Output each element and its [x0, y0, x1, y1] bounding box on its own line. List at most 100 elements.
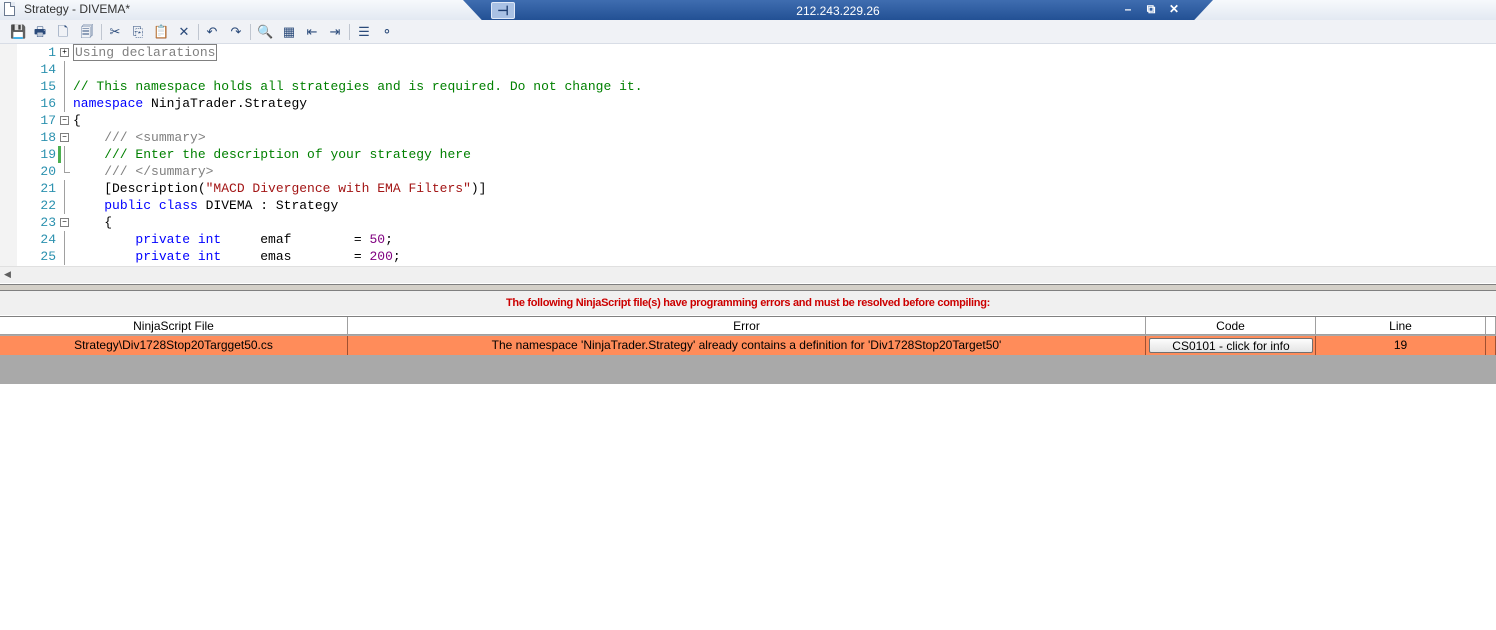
code-line[interactable]: 16 namespace NinjaTrader.Strategy [0, 95, 1496, 112]
indent-icon[interactable]: ⇥ [327, 24, 343, 40]
code-editor[interactable]: 1 + Using declarations 14 15 // This namespac… [0, 44, 1496, 266]
code-token: DIVEMA : Strategy [197, 198, 339, 213]
code-token: [Description( [73, 181, 206, 196]
print-icon[interactable]: 🖶 [32, 24, 48, 40]
minimize-icon[interactable]: – [1120, 2, 1136, 16]
change-marker [58, 146, 61, 163]
code-line[interactable]: 23− { [0, 214, 1496, 231]
column-header-error[interactable]: Error [348, 317, 1146, 335]
fold-guide [64, 78, 65, 95]
cut-icon[interactable]: ✂ [107, 24, 123, 40]
close-icon[interactable]: ✕ [1166, 2, 1182, 16]
code-token: ; [385, 232, 393, 247]
outdent-icon[interactable]: ⇤ [304, 24, 320, 40]
error-cell-file[interactable]: Strategy\Div1728Stop20Targget50.cs [0, 336, 348, 355]
restore-icon[interactable]: ⧉ [1143, 2, 1159, 17]
line-number: 15 [40, 79, 56, 94]
error-panel-header: The following NinjaScript file(s) have p… [0, 291, 1496, 315]
code-line[interactable]: 18− /// <summary> [0, 129, 1496, 146]
fold-guide [64, 95, 65, 112]
toolbar-separator [101, 24, 102, 40]
redo-icon[interactable]: ↷ [228, 24, 244, 40]
undo-icon[interactable]: ↶ [204, 24, 220, 40]
code-text[interactable]: namespace NinjaTrader.Strategy [73, 95, 307, 112]
collapse-icon[interactable]: − [60, 218, 69, 227]
error-table: NinjaScript File Error Code Line Strateg… [0, 316, 1496, 384]
horizontal-scrollbar[interactable]: ◀ [0, 266, 1496, 283]
delete-icon[interactable]: ✕ [176, 24, 192, 40]
code-text[interactable]: { [73, 112, 81, 129]
code-text[interactable]: /// </summary> [73, 163, 213, 180]
column-header-code[interactable]: Code [1146, 317, 1316, 335]
code-line[interactable]: 20 /// </summary> [0, 163, 1496, 180]
code-line[interactable]: 25 private int emas = 200; [0, 248, 1496, 265]
code-line[interactable]: 1 + Using declarations [0, 44, 1496, 61]
collapse-icon[interactable]: − [60, 133, 69, 142]
print-preview-icon[interactable]: 🗋 [55, 24, 71, 40]
code-token: { [73, 113, 81, 128]
expand-icon[interactable]: + [60, 48, 69, 57]
code-text[interactable]: Using declarations [73, 44, 218, 61]
line-number: 21 [40, 181, 56, 196]
code-token: </summary> [135, 164, 214, 179]
code-token: Using declarations [73, 44, 218, 61]
code-text[interactable]: // This namespace holds all strategies a… [73, 78, 643, 95]
code-text[interactable]: private int emaf = 50; [73, 231, 393, 248]
window-title: Strategy - DIVEMA* [24, 2, 131, 16]
error-code-info-button[interactable]: CS0101 - click for info [1149, 338, 1313, 353]
code-text[interactable]: [Description("MACD Divergence with EMA F… [73, 180, 486, 197]
code-token: public class [104, 198, 198, 213]
code-line[interactable]: 21 [Description("MACD Divergence with EM… [0, 180, 1496, 197]
code-token: emaf = [221, 232, 370, 247]
code-token: NinjaTrader.Strategy [143, 96, 308, 111]
column-header-line[interactable]: Line [1316, 317, 1486, 335]
code-text[interactable]: /// <summary> [73, 129, 205, 146]
replace-icon[interactable]: ▦ [281, 24, 297, 40]
line-number: 18 [40, 130, 56, 145]
scroll-left-icon[interactable]: ◀ [4, 269, 11, 280]
code-line[interactable]: 14 [0, 61, 1496, 78]
fold-guide [64, 180, 65, 197]
fold-guide [64, 197, 65, 214]
line-number: 20 [40, 164, 56, 179]
code-token: // This namespace holds all strategies a… [73, 79, 643, 94]
paste-icon[interactable]: 📋 [153, 24, 169, 40]
code-token: )] [470, 181, 487, 196]
save-icon[interactable]: 💾 [10, 24, 26, 40]
code-token: private int [135, 249, 222, 264]
fold-guide [64, 146, 65, 163]
copy-icon[interactable]: ⎘ [130, 24, 146, 40]
error-cell-error[interactable]: The namespace 'NinjaTrader.Strategy' alr… [348, 336, 1146, 355]
code-text[interactable]: { [73, 214, 112, 231]
fold-guide [64, 231, 65, 248]
code-text[interactable]: private int emas = 200; [73, 248, 400, 265]
page-setup-icon[interactable]: 🗐 [79, 24, 95, 40]
code-line[interactable]: 15 // This namespace holds all strategies… [0, 78, 1496, 95]
panel-splitter[interactable] [0, 284, 1496, 291]
code-token: /// Enter the description of your strate… [73, 147, 471, 162]
uncomment-icon[interactable]: ⚬ [379, 24, 395, 40]
code-line[interactable]: 17−{ [0, 112, 1496, 129]
column-header-file[interactable]: NinjaScript File [0, 317, 348, 335]
toolbar-separator [349, 24, 350, 40]
code-token: "MACD Divergence with EMA Filters" [205, 181, 471, 196]
code-token: private int [135, 232, 222, 247]
fold-end-guide [64, 163, 70, 173]
collapse-icon[interactable]: − [60, 116, 69, 125]
code-text[interactable]: public class DIVEMA : Strategy [73, 197, 338, 214]
error-cell-code: CS0101 - click for info [1146, 336, 1316, 355]
fold-guide [64, 61, 65, 78]
comment-icon[interactable]: ☰ [356, 24, 372, 40]
code-line[interactable]: 22 public class DIVEMA : Strategy [0, 197, 1496, 214]
code-line[interactable]: 19 /// Enter the description of your str… [0, 146, 1496, 163]
code-line[interactable]: 24 private int emaf = 50; [0, 231, 1496, 248]
line-number: 19 [40, 147, 56, 162]
column-header-spacer [1486, 317, 1496, 335]
remote-host-ip: 212.243.229.26 [796, 4, 880, 18]
code-text[interactable]: /// Enter the description of your strate… [73, 146, 471, 163]
find-icon[interactable]: 🔍 [257, 24, 273, 40]
error-cell-line[interactable]: 19 [1316, 336, 1486, 355]
code-token: emas = [221, 249, 370, 264]
